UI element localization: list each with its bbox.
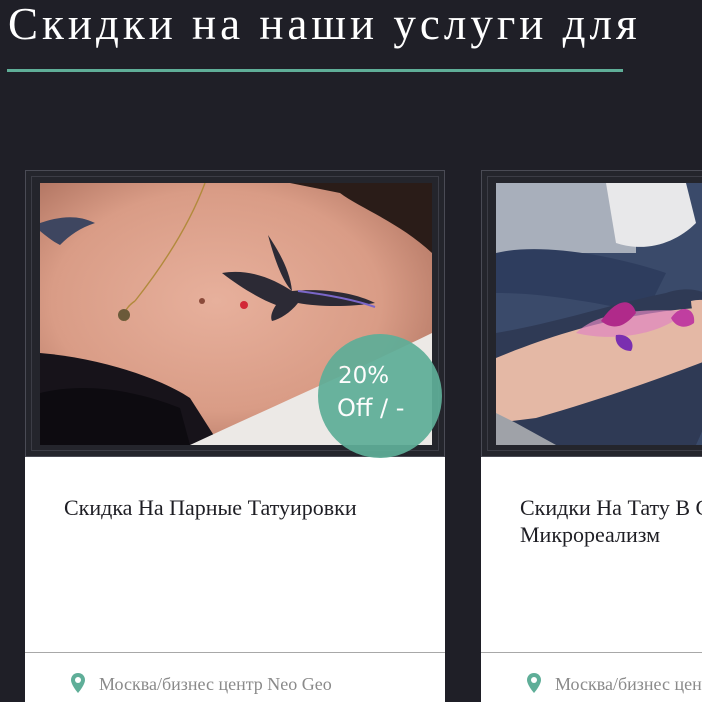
map-pin-icon xyxy=(527,673,541,699)
card-media-frame: 20% Off / - xyxy=(25,170,445,458)
card-title[interactable]: Скидка На Парные Татуировки xyxy=(64,494,434,521)
card-location: Москва/бизнес центр Neo Geo xyxy=(71,672,332,699)
map-pin-icon xyxy=(71,673,85,699)
offer-card[interactable]: Скидки На Тату В Стиле Микрореализм Моск… xyxy=(481,170,702,702)
tattoo-photo-butterflies[interactable] xyxy=(496,183,702,445)
offer-card[interactable]: 20% Off / - Скидка На Парные Татуировки … xyxy=(25,170,445,702)
card-title[interactable]: Скидки На Тату В Стиле Микрореализм xyxy=(520,494,702,548)
card-media-frame xyxy=(481,170,702,457)
page: Скидки на наши услуги для 20% Off / - Ск… xyxy=(0,0,702,702)
discount-percent: 20% xyxy=(338,363,390,389)
card-location: Москва/бизнес центр Neo Geo xyxy=(527,672,702,699)
title-underline xyxy=(7,69,623,72)
location-text: Москва/бизнес центр Neo Geo xyxy=(555,674,702,694)
discount-badge: 20% Off / - xyxy=(318,334,442,458)
section-title: Скидки на наши услуги для xyxy=(8,0,641,49)
card-divider xyxy=(25,652,445,653)
card-divider xyxy=(481,652,702,653)
discount-off-label: Off / - xyxy=(337,394,405,422)
location-text: Москва/бизнес центр Neo Geo xyxy=(99,674,332,694)
